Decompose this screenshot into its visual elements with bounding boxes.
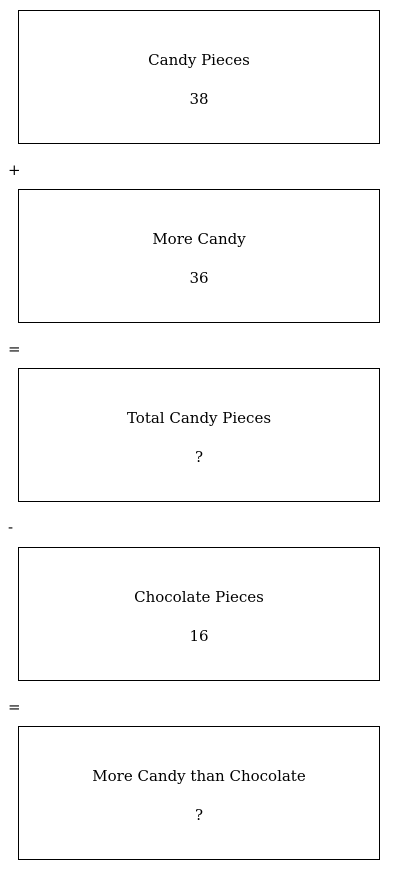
box-label: More Candy [152, 230, 246, 248]
equals-operator: = [8, 340, 21, 358]
more-candy-box: More Candy 36 [18, 189, 380, 323]
box-label: Candy Pieces [148, 51, 250, 69]
difference-box: More Candy than Chocolate ? [18, 726, 380, 860]
box-value: 16 [189, 627, 209, 645]
minus-operator: - [8, 518, 14, 536]
box-label: More Candy than Chocolate [92, 767, 306, 785]
box-value: 38 [189, 90, 209, 108]
total-candy-box: Total Candy Pieces ? [18, 368, 380, 502]
box-value: 36 [189, 269, 209, 287]
box-value: ? [194, 806, 204, 824]
box-value: ? [194, 448, 204, 466]
box-label: Chocolate Pieces [134, 588, 264, 606]
box-label: Total Candy Pieces [126, 409, 272, 427]
equals-operator: = [8, 698, 21, 716]
chocolate-pieces-box: Chocolate Pieces 16 [18, 547, 380, 681]
plus-operator: + [8, 161, 21, 179]
candy-pieces-box: Candy Pieces 38 [18, 10, 380, 144]
